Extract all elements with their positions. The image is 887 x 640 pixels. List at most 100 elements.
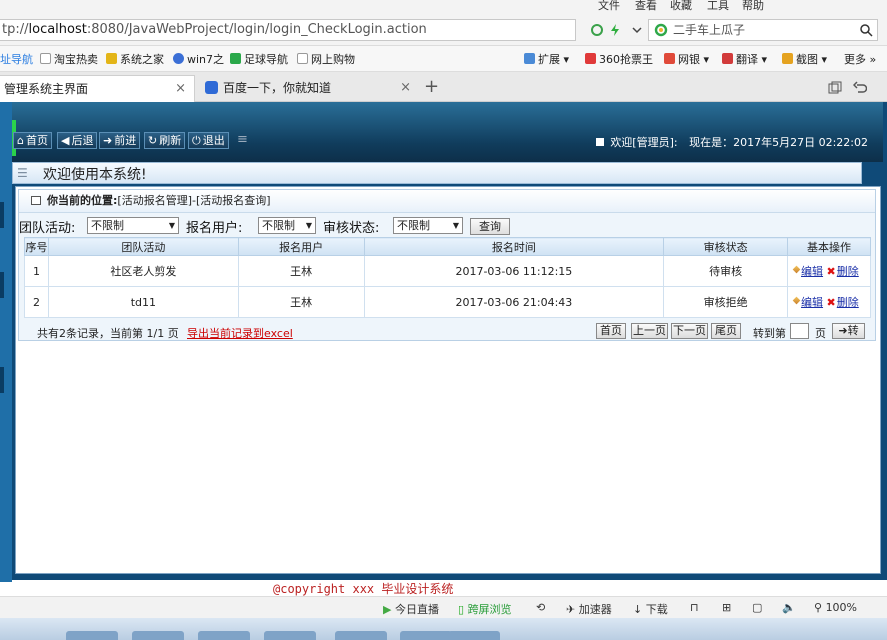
- signup-user-select[interactable]: 不限制 ▼: [258, 217, 316, 234]
- url-path: :8080/JavaWebProject/login/login_CheckLo…: [86, 22, 427, 37]
- bookmark-item[interactable]: 翻译 ▾: [722, 51, 767, 67]
- dropdown-arrow-icon: ▼: [168, 221, 175, 230]
- split-view-icon[interactable]: ⊓: [690, 601, 699, 614]
- bookmark-label: 翻译: [736, 53, 758, 66]
- delete-x-icon: ✖: [826, 295, 836, 309]
- window-icon: [31, 196, 41, 205]
- col-header: 审核状态: [663, 237, 789, 256]
- next-page-button[interactable]: 下一页: [671, 323, 708, 339]
- delete-link[interactable]: 删除: [837, 296, 859, 309]
- address-bar: tp://localhost:8080/JavaWebProject/login…: [0, 14, 887, 46]
- cross-screen-button[interactable]: ▯ 跨屏浏览: [458, 601, 512, 617]
- live-button[interactable]: ▶ 今日直播: [383, 601, 439, 617]
- team-activity-label: 团队活动:: [19, 221, 76, 236]
- search-icon[interactable]: [859, 23, 873, 37]
- table-row: 2 td11 王林 2017-03-06 21:04:43 审核拒绝 编辑 ✖删…: [24, 286, 871, 318]
- puzzle-icon: [524, 53, 535, 64]
- undo-icon[interactable]: [853, 81, 867, 94]
- welcome-user: 欢迎[管理员]:: [610, 136, 678, 149]
- compat-icon[interactable]: ⊞: [722, 601, 731, 614]
- team-activity-select[interactable]: 不限制 ▼: [87, 217, 179, 234]
- query-panel: 你当前的位置:[活动报名管理]-[活动报名查询] 团队活动: 不限制 ▼ 报名用户…: [18, 189, 876, 341]
- bookmark-item[interactable]: 址导航: [0, 51, 33, 67]
- bookmark-more[interactable]: 更多 »: [844, 51, 876, 67]
- bookmark-label: 网银: [678, 53, 700, 66]
- menu-view[interactable]: 查看: [635, 0, 657, 13]
- cell-activity: td11: [47, 286, 239, 318]
- window-icon[interactable]: ▢: [752, 601, 762, 614]
- close-icon[interactable]: ×: [175, 76, 186, 102]
- pencil-icon: [792, 296, 801, 304]
- restore-tabs-icon[interactable]: [828, 81, 842, 94]
- tab-admin[interactable]: 管理系统主界面 ×: [0, 75, 195, 102]
- back-label: 后退: [71, 134, 94, 147]
- bookmark-item[interactable]: win7之: [173, 51, 224, 67]
- search-input[interactable]: 二手车上瓜子: [648, 19, 878, 41]
- menu-help[interactable]: 帮助: [742, 0, 764, 13]
- taskbar-button[interactable]: [448, 631, 500, 640]
- back-button[interactable]: ◀ 后退: [57, 132, 98, 149]
- menu-favorites[interactable]: 收藏: [670, 0, 692, 13]
- menu-tools[interactable]: 工具: [707, 0, 729, 13]
- taskbar-button[interactable]: [335, 631, 387, 640]
- bookmark-label: 扩展: [538, 53, 560, 66]
- taskbar-button[interactable]: [264, 631, 316, 640]
- bookmarks-bar: 址导航 淘宝热卖 系统之家 win7之 足球导航 网上购物 扩展 ▾ 360抢票…: [0, 46, 887, 72]
- zoom-control[interactable]: ⚲ 100%: [814, 601, 857, 614]
- home-button[interactable]: ⌂ 首页: [13, 132, 52, 149]
- first-page-button[interactable]: 首页: [596, 323, 626, 339]
- leaf-icon[interactable]: ⟲: [536, 601, 545, 614]
- status-label: 跨屏浏览: [467, 603, 512, 616]
- edit-link[interactable]: 编辑: [801, 296, 823, 309]
- taskbar-button[interactable]: [400, 631, 452, 640]
- menu-lines-icon[interactable]: ≡: [237, 132, 248, 147]
- phone-icon: ▯: [458, 603, 465, 616]
- bookmark-item[interactable]: 网上购物: [297, 51, 355, 67]
- now-label: 现在是：: [689, 136, 734, 149]
- col-header: 团队活动: [47, 237, 239, 256]
- menu-bar: 文件 查看 收藏 工具 帮助: [0, 0, 887, 14]
- lightning-icon[interactable]: [608, 23, 622, 37]
- breadcrumb-label: 你当前的位置:: [47, 194, 118, 207]
- taskbar-button[interactable]: [132, 631, 184, 640]
- logout-button[interactable]: ⏻ 退出: [188, 132, 229, 149]
- menu-file[interactable]: 文件: [598, 0, 620, 13]
- review-status-select[interactable]: 不限制 ▼: [393, 217, 463, 234]
- goto-page-input[interactable]: [790, 323, 809, 339]
- bookmark-item[interactable]: 网银 ▾: [664, 51, 709, 67]
- export-excel-link[interactable]: 导出当前记录到excel: [187, 325, 293, 341]
- forward-button[interactable]: ➜ 前进: [99, 132, 141, 149]
- accelerator-button[interactable]: ✈ 加速器: [566, 601, 612, 617]
- cell-actions: 编辑 ✖删除: [787, 286, 871, 318]
- ticket-icon: [585, 53, 596, 64]
- bookmark-item[interactable]: 360抢票王: [585, 51, 653, 67]
- last-page-button[interactable]: 尾页: [711, 323, 741, 339]
- prev-page-button[interactable]: 上一页: [631, 323, 668, 339]
- col-header: 序号: [24, 237, 49, 256]
- go-button[interactable]: ➜转: [832, 323, 865, 339]
- refresh-button[interactable]: ↻ 刷新: [144, 132, 186, 149]
- bookmark-item[interactable]: 足球导航: [230, 51, 288, 67]
- download-button[interactable]: ↓ 下载: [633, 601, 668, 617]
- refresh-icon[interactable]: [590, 23, 604, 37]
- url-field[interactable]: tp://localhost:8080/JavaWebProject/login…: [0, 19, 576, 41]
- zoom-level: 100%: [825, 601, 858, 614]
- bookmark-item[interactable]: 截图 ▾: [782, 51, 827, 67]
- bookmark-item[interactable]: 淘宝热卖: [40, 51, 98, 67]
- bank-icon: [664, 53, 675, 64]
- close-icon[interactable]: ×: [400, 75, 411, 101]
- extension-menu[interactable]: 扩展 ▾: [524, 51, 569, 67]
- chevron-down-icon[interactable]: [630, 23, 644, 37]
- taskbar-button[interactable]: [66, 631, 118, 640]
- query-button[interactable]: 查询: [470, 218, 510, 235]
- delete-link[interactable]: 删除: [837, 265, 859, 278]
- new-tab-button[interactable]: +: [424, 76, 439, 97]
- page-unit-label: 页: [815, 327, 826, 340]
- menu-lines-icon[interactable]: ☰: [17, 166, 28, 180]
- taskbar-button[interactable]: [198, 631, 250, 640]
- sound-icon[interactable]: 🔈: [782, 601, 796, 614]
- edit-link[interactable]: 编辑: [801, 265, 823, 278]
- bookmark-item[interactable]: 系统之家: [106, 51, 164, 67]
- tab-baidu[interactable]: 百度一下，你就知道 ×: [201, 75, 419, 102]
- arrow-right-icon: ➜: [103, 134, 113, 147]
